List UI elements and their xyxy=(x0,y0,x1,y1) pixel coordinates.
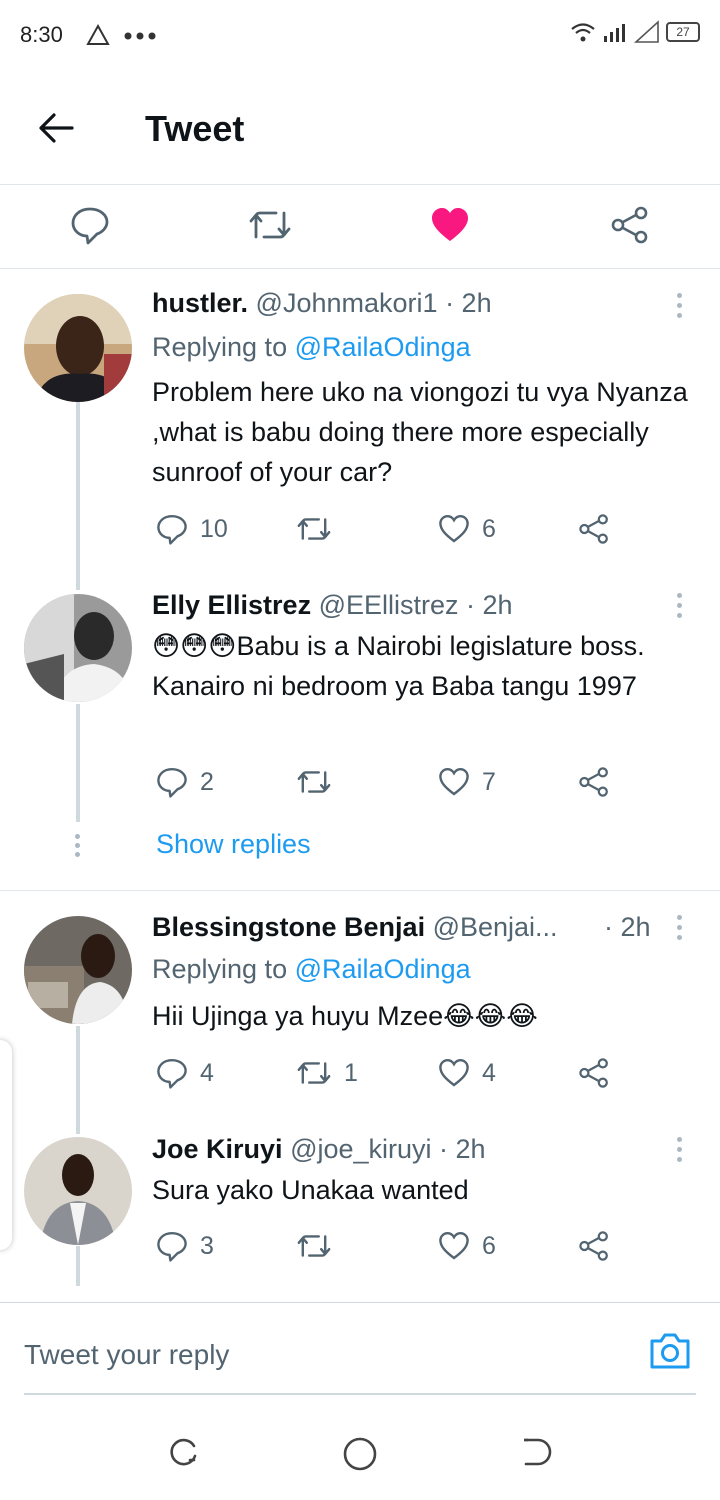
reply-composer[interactable]: Tweet your reply xyxy=(0,1302,720,1401)
show-replies-link[interactable]: Show replies xyxy=(156,829,311,860)
reply-count[interactable]: 4 xyxy=(156,1057,214,1089)
display-name[interactable]: Blessingstone Benjai xyxy=(152,912,425,942)
status-time: 8:30 xyxy=(20,22,63,47)
share-button[interactable] xyxy=(578,1057,610,1089)
home-icon[interactable] xyxy=(342,1436,378,1477)
handle: @Johnmakori1 xyxy=(255,288,438,318)
reply-icon[interactable] xyxy=(156,1057,188,1089)
retweet-icon[interactable] xyxy=(296,1057,332,1089)
retweet-count[interactable] xyxy=(296,1230,344,1262)
reply-icon[interactable] xyxy=(156,1230,188,1262)
tweet-author[interactable]: hustler. @Johnmakori1 · 2h xyxy=(152,288,492,319)
handle: @EEllistrez xyxy=(318,590,459,620)
tweet-author[interactable]: Elly Ellistrez @EEllistrez · 2h xyxy=(152,590,513,621)
timestamp: · 2h xyxy=(445,288,492,318)
avatar[interactable] xyxy=(24,916,132,1024)
tweet-text: Hii Ujinga ya huyu Mzee😂😂😂 xyxy=(152,1001,538,1031)
tweet-author[interactable]: Joe Kiruyi @joe_kiruyi · 2h xyxy=(152,1134,486,1165)
retweet-icon[interactable] xyxy=(248,205,292,250)
thread-line xyxy=(76,1246,80,1286)
reply-input[interactable]: Tweet your reply xyxy=(24,1339,229,1371)
avatar[interactable] xyxy=(24,294,132,402)
battery-indicator: 27 xyxy=(666,22,700,42)
retweet-icon[interactable] xyxy=(296,513,332,545)
like-count[interactable]: 4 xyxy=(438,1057,496,1089)
tweet-action-bar xyxy=(0,185,720,269)
timestamp: · 2h xyxy=(466,590,513,620)
tweet-text: Sura yako Unakaa wanted xyxy=(152,1175,469,1205)
mention-link[interactable]: @RailaOdinga xyxy=(295,954,471,984)
camera-icon[interactable] xyxy=(648,1331,692,1376)
reply-icon[interactable] xyxy=(70,205,110,250)
share-icon[interactable] xyxy=(578,513,610,545)
thread-line xyxy=(76,704,80,822)
like-count[interactable]: 6 xyxy=(438,1230,496,1262)
replying-to: Replying to @RailaOdinga xyxy=(152,332,471,362)
thread-line xyxy=(76,402,80,590)
wifi-icon xyxy=(571,23,595,42)
thread-dots xyxy=(75,834,81,861)
display-name[interactable]: Elly Ellistrez xyxy=(152,590,311,620)
reply-icon[interactable] xyxy=(156,513,188,545)
display-name[interactable]: Joe Kiruyi xyxy=(152,1134,283,1164)
share-icon[interactable] xyxy=(578,1057,610,1089)
handle: @joe_kiruyi xyxy=(290,1134,432,1164)
share-button[interactable] xyxy=(578,766,610,798)
more-options-icon[interactable] xyxy=(677,1137,683,1167)
back-arrow-icon[interactable] xyxy=(36,108,76,153)
retweet-count[interactable]: 1 xyxy=(296,1057,358,1089)
display-name[interactable]: hustler. xyxy=(152,288,248,318)
tweet-text: 😳😳😳Babu is a Nairobi legislature boss. K… xyxy=(152,631,645,701)
page-title: Tweet xyxy=(145,108,245,149)
share-button[interactable] xyxy=(578,1230,610,1262)
share-icon[interactable] xyxy=(578,1230,610,1262)
like-icon[interactable] xyxy=(438,513,470,545)
notification-icons xyxy=(86,20,166,55)
more-options-icon[interactable] xyxy=(677,593,683,623)
retweet-icon[interactable] xyxy=(296,766,332,798)
recents-icon[interactable] xyxy=(168,1436,200,1473)
handle: @Benjai... xyxy=(432,912,558,942)
input-underline xyxy=(24,1393,696,1395)
share-icon[interactable] xyxy=(578,766,610,798)
avatar[interactable] xyxy=(24,594,132,702)
more-options-icon[interactable] xyxy=(677,915,683,945)
reply-count[interactable]: 2 xyxy=(156,766,214,798)
avatar[interactable] xyxy=(24,1137,132,1245)
retweet-icon[interactable] xyxy=(296,1230,332,1262)
back-nav-icon[interactable] xyxy=(520,1436,552,1473)
divider xyxy=(0,890,720,891)
share-icon[interactable] xyxy=(610,205,650,250)
share-button[interactable] xyxy=(578,513,610,545)
like-filled-icon[interactable] xyxy=(430,205,470,250)
like-icon[interactable] xyxy=(438,1230,470,1262)
system-nav-bar xyxy=(0,1400,720,1500)
signal-empty-icon xyxy=(634,20,659,43)
replying-to: Replying to @RailaOdinga xyxy=(152,954,471,984)
status-bar: 8:30 27 xyxy=(0,0,720,72)
timestamp: · 2h xyxy=(604,912,651,942)
reply-icon[interactable] xyxy=(156,766,188,798)
tweet-text: Problem here uko na viongozi tu vya Nyan… xyxy=(152,377,688,487)
more-options-icon[interactable] xyxy=(677,293,683,323)
reply-count[interactable]: 3 xyxy=(156,1230,214,1262)
like-count[interactable]: 6 xyxy=(438,513,496,545)
tweet-author[interactable]: Blessingstone Benjai @Benjai... xyxy=(152,912,558,943)
thread-line xyxy=(76,1026,80,1134)
retweet-count[interactable] xyxy=(296,766,344,798)
edge-panel-handle[interactable] xyxy=(0,1040,12,1250)
mention-link[interactable]: @RailaOdinga xyxy=(295,332,471,362)
like-icon[interactable] xyxy=(438,766,470,798)
like-icon[interactable] xyxy=(438,1057,470,1089)
retweet-count[interactable] xyxy=(296,513,344,545)
like-count[interactable]: 7 xyxy=(438,766,496,798)
signal-icon xyxy=(604,24,625,42)
timestamp: · 2h xyxy=(439,1134,486,1164)
app-header: Tweet xyxy=(0,72,720,185)
reply-count[interactable]: 10 xyxy=(156,513,228,545)
